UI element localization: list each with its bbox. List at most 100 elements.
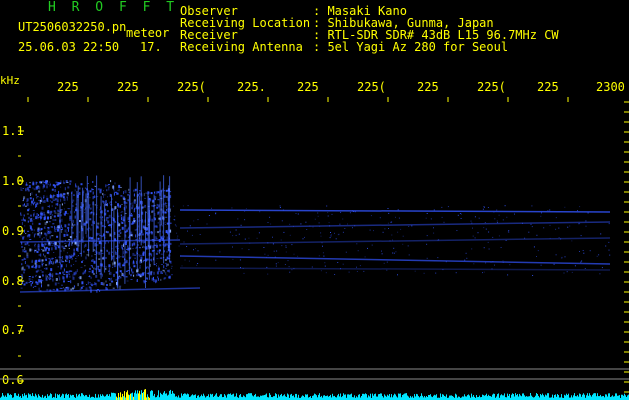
signal-speck	[460, 218, 462, 219]
signal-speck	[340, 268, 341, 270]
signal-speck	[118, 241, 120, 244]
signal-speck	[165, 268, 167, 270]
signal-speck	[156, 258, 159, 260]
noise-bar	[140, 394, 141, 400]
signal-speck	[20, 230, 22, 232]
noise-bar	[105, 396, 106, 400]
signal-speck	[320, 235, 322, 237]
noise-bar	[451, 395, 452, 400]
signal-speck	[72, 199, 75, 202]
signal-speck	[26, 203, 29, 207]
signal-speck	[171, 274, 173, 276]
signal-speck	[44, 226, 46, 228]
signal-speck	[123, 242, 125, 245]
noise-bar	[624, 393, 625, 400]
signal-speck	[141, 233, 144, 236]
signal-speck	[263, 247, 265, 248]
noise-bar	[86, 395, 87, 400]
signal-speck	[54, 188, 56, 192]
noise-bar	[518, 396, 519, 400]
signal-speck	[356, 243, 358, 245]
signal-speck	[118, 184, 121, 188]
signal-speck	[134, 229, 137, 231]
signal-speck	[107, 196, 109, 198]
signal-speck	[61, 229, 63, 233]
noise-bar	[319, 393, 320, 400]
noise-bar	[575, 396, 576, 400]
signal-speck	[167, 269, 170, 272]
signal-speck	[82, 260, 84, 261]
signal-speck	[483, 227, 485, 229]
signal-speck	[68, 239, 71, 241]
signal-speck	[115, 201, 117, 204]
noise-bar	[327, 395, 328, 400]
signal-speck	[596, 255, 598, 257]
signal-speck	[158, 251, 160, 254]
signal-speck	[112, 287, 115, 289]
signal-speck	[54, 225, 56, 229]
noise-bar	[83, 394, 84, 400]
signal-speck	[143, 272, 145, 274]
signal-speck	[158, 249, 161, 252]
noise-bar	[426, 396, 427, 400]
signal-speck	[155, 191, 158, 195]
signal-speck	[485, 262, 487, 264]
noise-bar	[116, 396, 117, 400]
signal-speck	[53, 195, 56, 197]
signal-speck	[66, 231, 68, 234]
noise-bar	[329, 396, 330, 400]
noise-bar	[143, 391, 144, 400]
signal-speck	[68, 273, 70, 275]
noise-bar	[337, 395, 338, 400]
signal-speck	[56, 199, 59, 203]
noise-bar	[462, 396, 463, 400]
noise-bar	[621, 394, 622, 400]
signal-speck	[66, 286, 69, 290]
signal-speck	[41, 206, 44, 210]
noise-bar	[280, 394, 281, 400]
signal-speck	[42, 180, 44, 183]
signal-speck	[49, 183, 51, 186]
signal-speck	[47, 199, 48, 201]
signal-speck	[158, 211, 160, 214]
noise-bar	[246, 394, 247, 400]
signal-speck	[28, 216, 31, 219]
noise-bar	[71, 395, 72, 400]
signal-speck	[106, 210, 109, 213]
signal-speck	[64, 239, 66, 241]
signal-speck	[195, 248, 196, 250]
noise-bar	[313, 395, 314, 400]
noise-bar	[76, 393, 77, 400]
antenna-label: Receiving Antenna	[180, 40, 303, 54]
noise-bar	[167, 395, 168, 400]
signal-speck	[87, 183, 89, 184]
noise-bar	[580, 394, 581, 400]
signal-speck	[487, 241, 489, 243]
signal-speck	[64, 210, 67, 214]
signal-speck	[20, 187, 22, 191]
signal-speck	[122, 273, 124, 276]
signal-speck	[155, 236, 157, 240]
signal-speck	[60, 266, 62, 270]
noise-bar	[596, 396, 597, 400]
signal-speck	[78, 277, 81, 279]
signal-speck	[32, 198, 34, 202]
signal-speck	[108, 186, 110, 188]
signal-speck	[134, 257, 136, 259]
signal-speck	[109, 283, 112, 286]
noise-bar	[33, 395, 34, 400]
signal-speck	[37, 229, 40, 233]
signal-speck	[37, 233, 40, 235]
signal-speck	[98, 269, 101, 273]
signal-speck	[318, 255, 320, 257]
signal-speck	[68, 248, 70, 249]
noise-bar	[421, 393, 422, 400]
signal-speck	[259, 211, 261, 213]
signal-speck	[112, 262, 114, 266]
noise-bar	[293, 395, 294, 400]
noise-bar	[290, 394, 291, 400]
signal-speck	[118, 223, 121, 227]
signal-speck	[108, 187, 110, 191]
noise-bar	[407, 395, 408, 400]
noise-bar	[163, 392, 164, 400]
